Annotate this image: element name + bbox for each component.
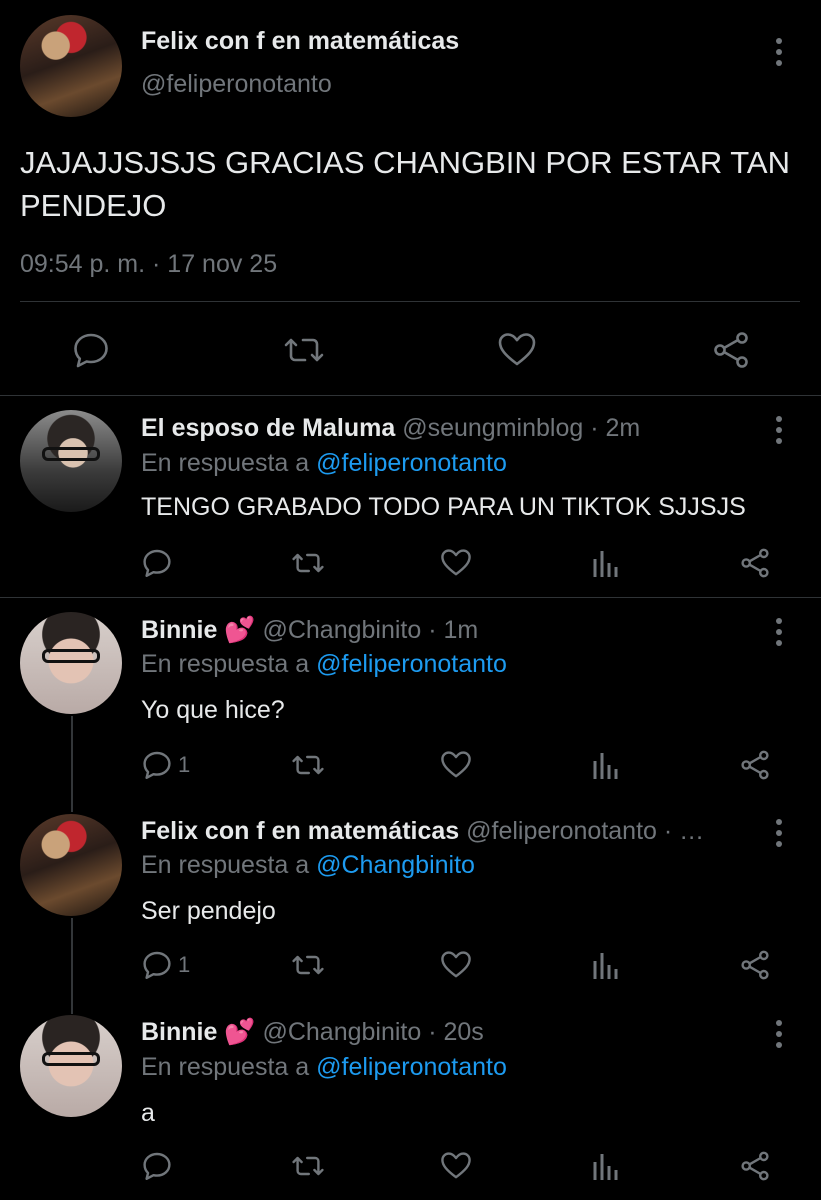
avatar[interactable] [20, 410, 122, 512]
heart-emoji: 💕 [224, 1018, 256, 1046]
avatar[interactable] [20, 15, 122, 117]
more-options-icon[interactable] [770, 1018, 788, 1050]
avatar[interactable] [20, 612, 122, 714]
like-icon[interactable] [440, 547, 472, 579]
share-icon[interactable] [739, 749, 771, 781]
reply-text: a [141, 1099, 155, 1127]
retweet-icon[interactable] [292, 749, 324, 781]
reply-to-link[interactable]: @feliperonotanto [316, 650, 507, 678]
retweet-icon[interactable] [292, 949, 324, 981]
tweet-text: JAJAJJSJSJS GRACIAS CHANGBIN POR ESTAR T… [20, 145, 790, 223]
thread-line [71, 716, 73, 812]
reply-header[interactable]: El esposo de Maluma @seungminblog · 2m [141, 414, 640, 443]
display-name[interactable]: Binnie [141, 1018, 217, 1046]
like-icon[interactable] [440, 949, 472, 981]
reply-prefix: En respuesta a [141, 449, 310, 477]
more-options-icon[interactable] [770, 817, 788, 849]
reply-text: Ser pendejo [141, 897, 276, 925]
reply-header[interactable]: Binnie 💕 @Changbinito · 1m [141, 616, 478, 645]
reply-to-link[interactable]: @Changbinito [316, 851, 475, 879]
reply-text: TENGO GRABADO TODO PARA UN TIKTOK SJJSJS [141, 493, 746, 521]
retweet-icon[interactable] [292, 547, 324, 579]
user-handle[interactable]: @feliperonotanto [141, 70, 332, 99]
divider [0, 597, 821, 598]
display-name[interactable]: Felix con f en matemáticas [141, 817, 459, 845]
avatar[interactable] [20, 1015, 122, 1117]
divider [20, 301, 800, 302]
handle-time[interactable]: @feliperonotanto · … [466, 817, 704, 845]
in-reply-to: En respuesta a @feliperonotanto [141, 1053, 507, 1082]
reply-text: Yo que hice? [141, 696, 285, 724]
reply-prefix: En respuesta a [141, 1053, 310, 1081]
reply-header[interactable]: Felix con f en matemáticas @feliperonota… [141, 817, 704, 846]
more-options-icon[interactable] [770, 36, 788, 68]
retweet-icon[interactable] [292, 1150, 324, 1182]
in-reply-to: En respuesta a @feliperonotanto [141, 449, 507, 478]
like-icon[interactable] [440, 749, 472, 781]
display-name[interactable]: Felix con f en matemáticas [141, 27, 459, 56]
retweet-icon[interactable] [284, 330, 324, 370]
display-name[interactable]: Binnie [141, 616, 217, 644]
analytics-icon[interactable] [590, 547, 622, 579]
reply-header[interactable]: Binnie 💕 @Changbinito · 20s [141, 1018, 484, 1047]
reply-icon[interactable] [141, 1150, 173, 1182]
share-icon[interactable] [739, 547, 771, 579]
reply-prefix: En respuesta a [141, 650, 310, 678]
like-icon[interactable] [497, 330, 537, 370]
share-icon[interactable] [739, 1150, 771, 1182]
analytics-icon[interactable] [590, 949, 622, 981]
divider [0, 395, 821, 396]
avatar[interactable] [20, 814, 122, 916]
reply-to-link[interactable]: @feliperonotanto [316, 1053, 507, 1081]
share-icon[interactable] [739, 949, 771, 981]
handle-time[interactable]: @Changbinito · 20s [262, 1018, 483, 1046]
reply-prefix: En respuesta a [141, 851, 310, 879]
handle-time[interactable]: @Changbinito · 1m [262, 616, 478, 644]
analytics-icon[interactable] [590, 1150, 622, 1182]
analytics-icon[interactable] [590, 749, 622, 781]
reply-count: 1 [178, 952, 191, 977]
reply-to-link[interactable]: @feliperonotanto [316, 449, 507, 477]
more-options-icon[interactable] [770, 616, 788, 648]
heart-emoji: 💕 [224, 616, 256, 644]
in-reply-to: En respuesta a @Changbinito [141, 851, 475, 880]
reply-icon[interactable] [141, 547, 173, 579]
thread-line [71, 918, 73, 1014]
share-icon[interactable] [711, 330, 751, 370]
reply-icon[interactable] [71, 330, 111, 370]
reply-icon[interactable] [141, 949, 173, 981]
like-icon[interactable] [440, 1150, 472, 1182]
more-options-icon[interactable] [770, 414, 788, 446]
reply-count: 1 [178, 752, 191, 777]
handle-time[interactable]: @seungminblog · 2m [402, 414, 640, 442]
in-reply-to: En respuesta a @feliperonotanto [141, 650, 507, 679]
tweet-timestamp[interactable]: 09:54 p. m. · 17 nov 25 [20, 250, 277, 279]
reply-icon[interactable] [141, 749, 173, 781]
display-name[interactable]: El esposo de Maluma [141, 414, 395, 442]
